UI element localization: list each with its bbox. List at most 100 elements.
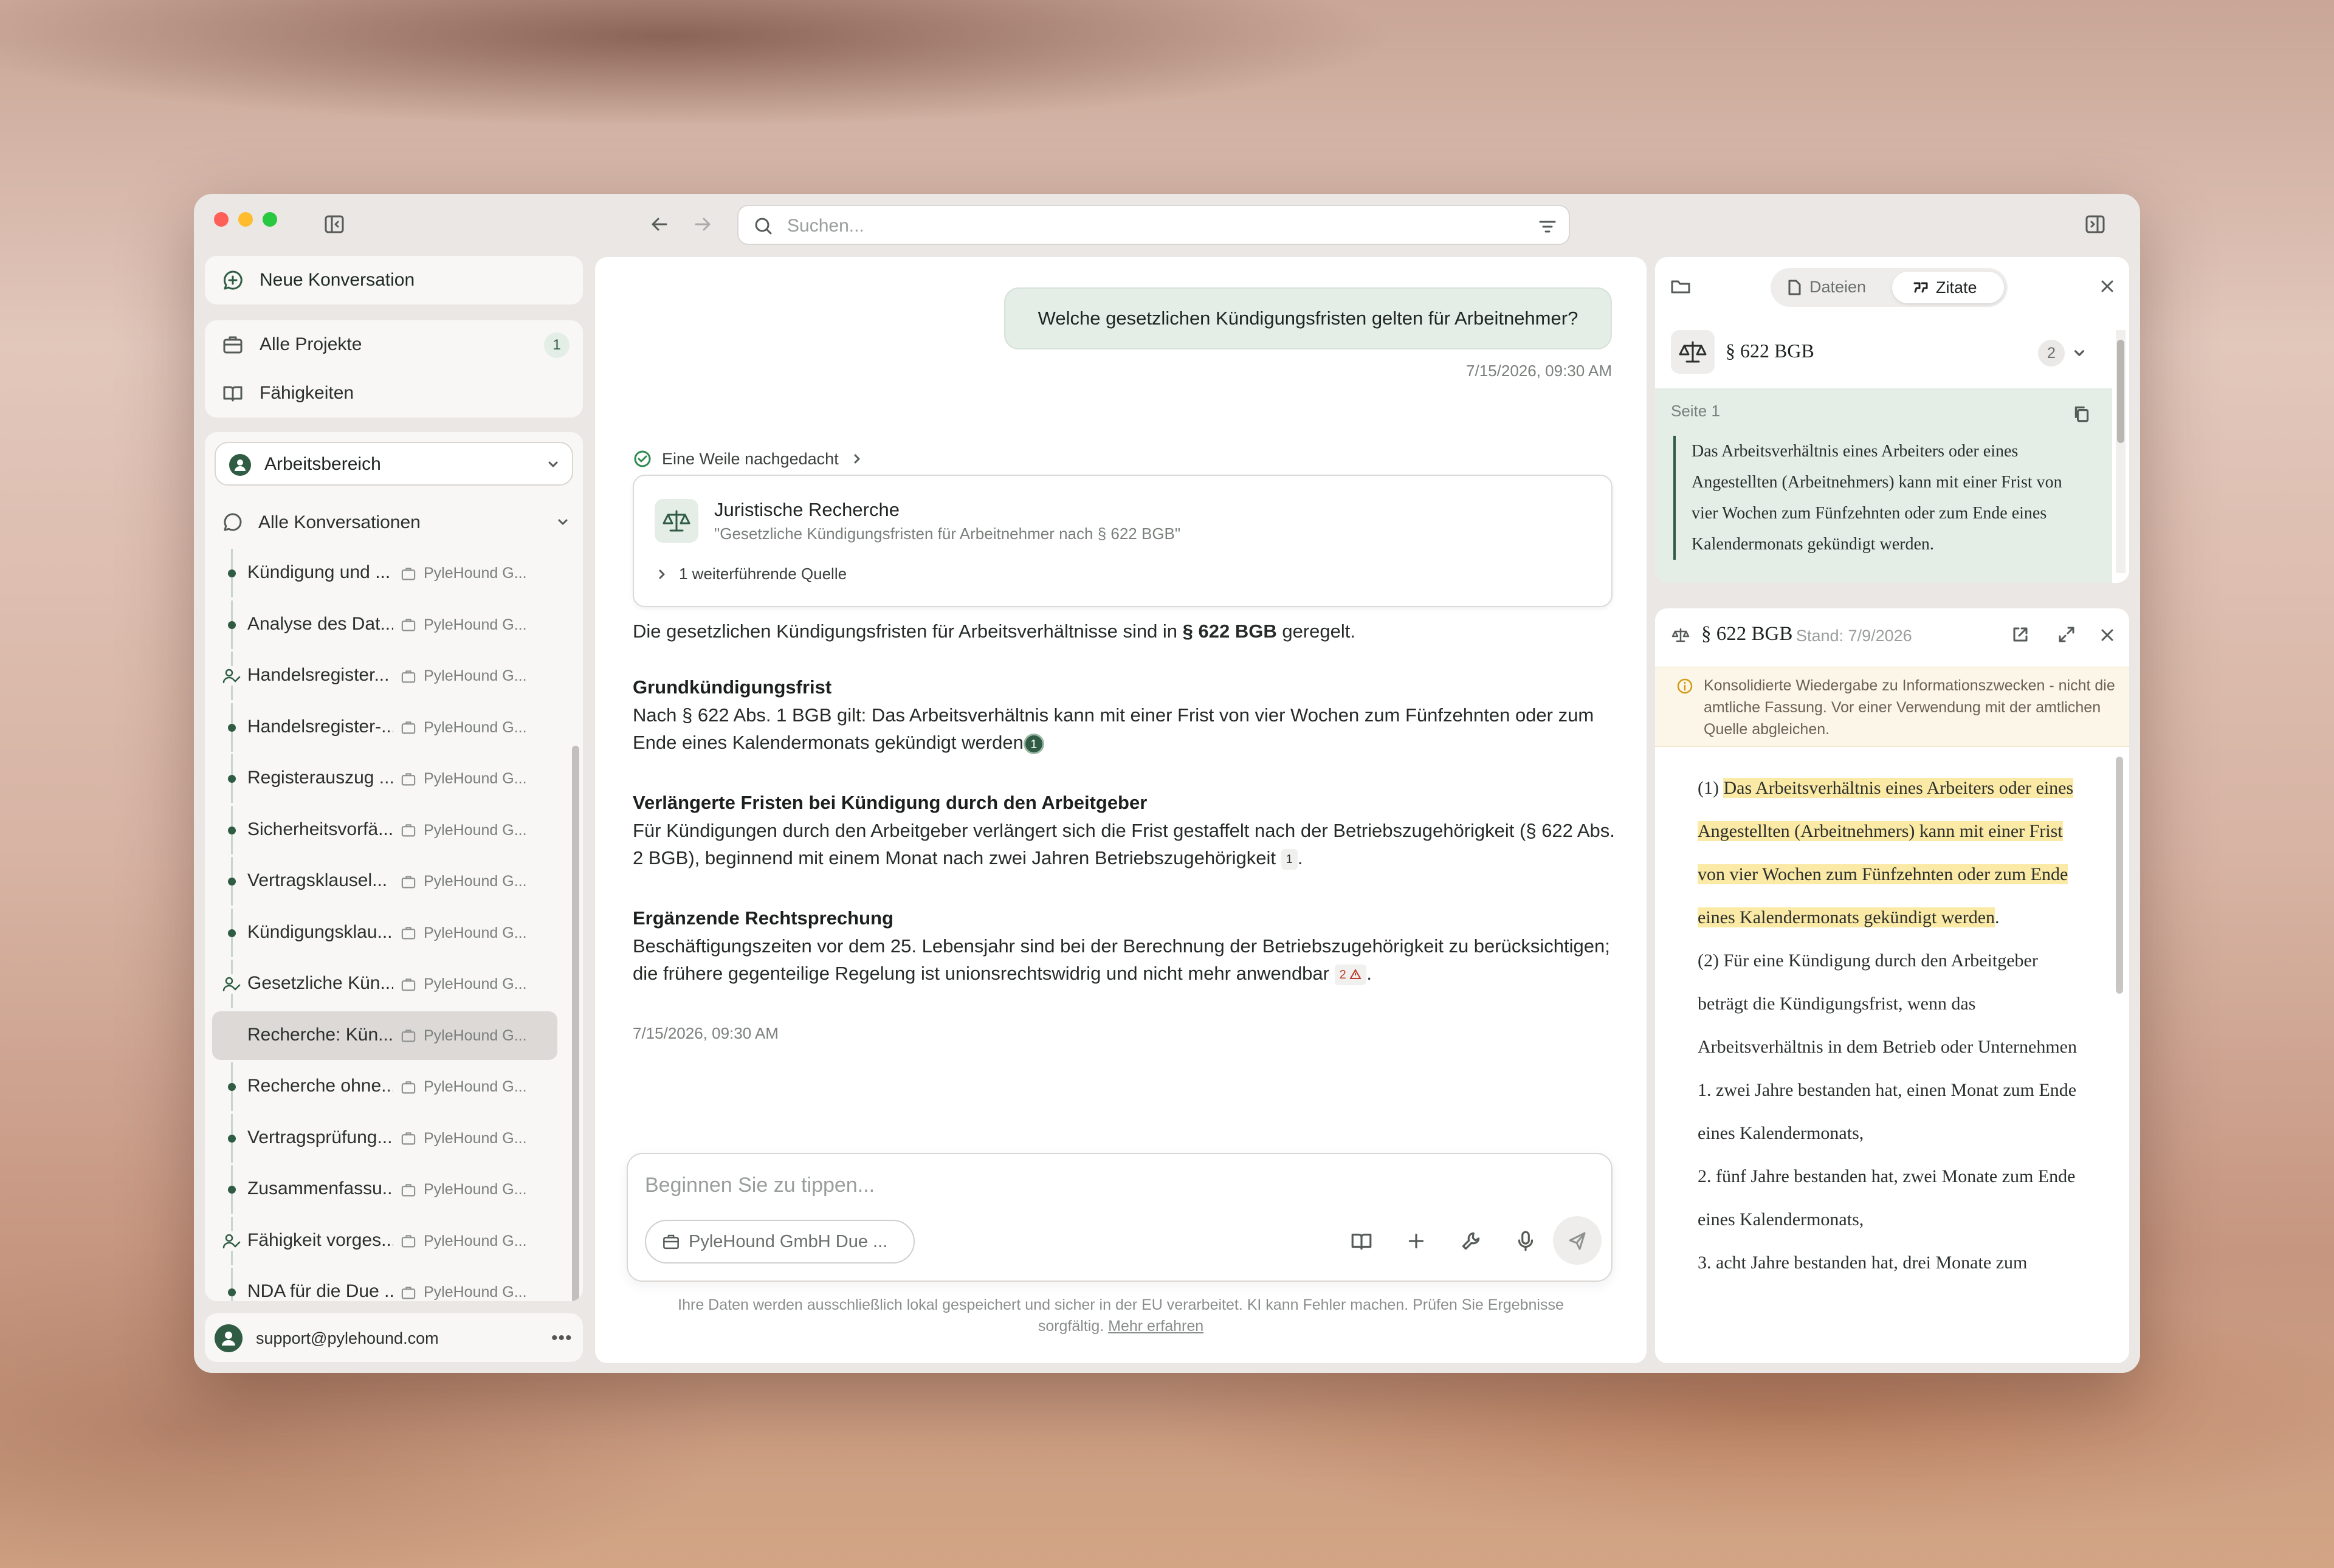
external-link-icon[interactable]	[2010, 624, 2031, 645]
conversation-item[interactable]: Analyse des Dat... PyleHound G...	[205, 600, 554, 649]
tab-quotes[interactable]: Zitate	[1892, 272, 2004, 303]
copy-icon[interactable]	[2072, 404, 2091, 424]
briefcase-icon	[401, 772, 416, 785]
book-icon[interactable]	[1350, 1229, 1373, 1253]
plus-icon[interactable]	[1405, 1229, 1428, 1253]
wrench-icon[interactable]	[1459, 1229, 1482, 1253]
conversation-item[interactable]: Fähigkeit vorges... PyleHound G...	[205, 1216, 554, 1265]
chevron-down-icon[interactable]	[2070, 343, 2089, 363]
close-icon[interactable]	[2098, 277, 2117, 296]
user-account-bar[interactable]: support@pylehound.com •••	[205, 1313, 583, 1362]
expand-icon[interactable]	[2056, 624, 2077, 645]
status-dot	[228, 826, 236, 834]
minimize-window-button[interactable]	[238, 212, 253, 227]
conversation-item[interactable]: Vertragsprüfung... PyleHound G...	[205, 1113, 554, 1163]
search-bar[interactable]: Suchen...	[737, 205, 1570, 245]
message-input[interactable]: Beginnen Sie zu tippen...	[645, 1174, 875, 1197]
message-composer[interactable]: Beginnen Sie zu tippen... PyleHound GmbH…	[627, 1153, 1613, 1282]
conversation-item[interactable]: Vertragsklausel... PyleHound G...	[205, 857, 554, 906]
search-input[interactable]: Suchen...	[787, 216, 864, 236]
new-conversation-button[interactable]: Neue Konversation	[205, 256, 583, 304]
filter-icon[interactable]	[1537, 216, 1558, 237]
conversation-item[interactable]: Zusammenfassu... PyleHound G...	[205, 1165, 554, 1214]
conversation-item[interactable]: NDA für die Due ... PyleHound G...	[205, 1268, 554, 1301]
conversation-item[interactable]: Recherche: Kün... PyleHound G...	[205, 1011, 557, 1060]
citations-panel: Dateien Zitate § 622 BGB 2 Seite 1 Das A…	[1655, 257, 2129, 583]
quote-scrollbar[interactable]	[2116, 330, 2126, 573]
section-heading: Ergänzende Rechtsprechung	[633, 907, 893, 929]
citation-marker[interactable]: 1	[1281, 848, 1298, 870]
conversation-project: PyleHound G...	[401, 1284, 527, 1301]
folder-icon[interactable]	[1670, 275, 1692, 297]
sources-toggle[interactable]: 1 weiterführende Quelle	[655, 565, 847, 583]
project-name: PyleHound G...	[424, 718, 527, 736]
intro-bold: § 622 BGB	[1182, 621, 1277, 642]
conversation-title: Sicherheitsvorfä...	[247, 819, 393, 839]
conversation-title: Recherche: Kün...	[247, 1024, 393, 1045]
citation-marker[interactable]: 1	[1023, 733, 1044, 754]
all-projects-label: Alle Projekte	[260, 334, 362, 354]
zoom-window-button[interactable]	[263, 212, 277, 227]
conversation-item[interactable]: Sicherheitsvorfä... PyleHound G...	[205, 805, 554, 854]
list-item: 3. acht Jahre bestanden hat, drei Monate…	[1698, 1253, 2028, 1273]
learn-more-link[interactable]: Mehr erfahren	[1108, 1318, 1203, 1335]
all-conversations-header[interactable]: Alle Konversationen	[222, 507, 571, 538]
intro-text: Die gesetzlichen Kündigungsfristen für A…	[633, 621, 1183, 642]
tab-files-label: Dateien	[1809, 278, 1867, 296]
project-chip[interactable]: PyleHound GmbH Due ...	[645, 1220, 915, 1264]
forward-arrow-icon[interactable]	[692, 214, 713, 235]
project-name: PyleHound G...	[424, 1129, 527, 1147]
conversations-card: Arbeitsbereich Alle Konversationen Kündi…	[205, 432, 583, 1301]
right-panel-toggle-icon[interactable]	[2085, 214, 2105, 235]
briefcase-icon	[401, 619, 416, 631]
conversation-item[interactable]: Handelsregister... PyleHound G...	[205, 652, 554, 700]
quote-icon	[1913, 282, 1928, 293]
close-icon[interactable]	[2098, 625, 2117, 645]
document-scrollbar[interactable]	[2116, 757, 2123, 994]
document-panel: § 622 BGB Stand: 7/9/2026 Konsolidierte …	[1655, 608, 2129, 1363]
close-window-button[interactable]	[214, 212, 229, 227]
project-name: PyleHound G...	[424, 616, 527, 633]
send-button[interactable]	[1553, 1216, 1602, 1265]
conversation-item[interactable]: Handelsregister-... PyleHound G...	[205, 703, 554, 752]
intro-text-end: geregelt.	[1276, 621, 1356, 642]
user-check-icon	[222, 974, 241, 994]
conversation-title: Recherche ohne...	[247, 1076, 393, 1096]
conversation-item[interactable]: Kündigungsklau... PyleHound G...	[205, 908, 554, 957]
sidebar-item-all-projects[interactable]: Alle Projekte 1	[222, 326, 571, 363]
conversation-item[interactable]: Gesetzliche Kün... PyleHound G...	[205, 960, 554, 1008]
conversation-title: NDA für die Due ...	[247, 1281, 393, 1301]
conversation-project: PyleHound G...	[401, 873, 527, 890]
conversation-item[interactable]: Kündigung und ... PyleHound G...	[205, 549, 554, 597]
conversation-project: PyleHound G...	[401, 1233, 527, 1250]
notice-banner: Konsolidierte Wiedergabe zu Informations…	[1655, 667, 2129, 747]
conversation-title: Kündigungsklau...	[247, 921, 393, 942]
sidebar-toggle-icon[interactable]	[324, 214, 345, 235]
paragraph-text: Für Kündigungen durch den Arbeitgeber ve…	[633, 820, 1615, 868]
conversation-item[interactable]: Recherche ohne... PyleHound G...	[205, 1062, 554, 1111]
sidebar-item-skills[interactable]: Fähigkeiten	[222, 375, 354, 411]
citation-warning-marker[interactable]: 2	[1334, 964, 1367, 985]
conversation-project: PyleHound G...	[401, 924, 527, 942]
sidebar-scrollbar[interactable]	[572, 746, 579, 1301]
project-name: PyleHound G...	[424, 873, 527, 890]
conversation-item[interactable]: Registerauszug ... PyleHound G...	[205, 754, 554, 803]
all-conversations-label: Alle Konversationen	[258, 512, 421, 532]
paragraph-text: Beschäftigungszeiten vor dem 25. Lebensj…	[633, 935, 1610, 984]
citation-number: 2	[1339, 968, 1346, 982]
quote-card[interactable]: Seite 1 Das Arbeitsverhältnis eines Arbe…	[1655, 388, 2112, 583]
back-arrow-icon[interactable]	[649, 214, 670, 235]
workspace-select[interactable]: Arbeitsbereich	[215, 442, 573, 486]
scales-icon	[655, 499, 698, 543]
more-options-icon[interactable]: •••	[551, 1328, 573, 1349]
project-name: PyleHound G...	[424, 1078, 527, 1095]
project-name: PyleHound G...	[424, 1181, 527, 1198]
microphone-icon[interactable]	[1514, 1229, 1537, 1253]
briefcase-icon	[401, 1286, 416, 1299]
highlighted-quote: Das Arbeitsverhältnis eines Arbeiters od…	[1698, 778, 2074, 927]
tab-files[interactable]: Dateien	[1785, 278, 1866, 297]
book-open-icon	[223, 386, 243, 402]
status-dot	[228, 1083, 236, 1091]
thinking-indicator[interactable]: Eine Weile nachgedacht	[633, 447, 864, 471]
tool-call-card[interactable]: Juristische Recherche "Gesetzliche Kündi…	[633, 475, 1613, 607]
